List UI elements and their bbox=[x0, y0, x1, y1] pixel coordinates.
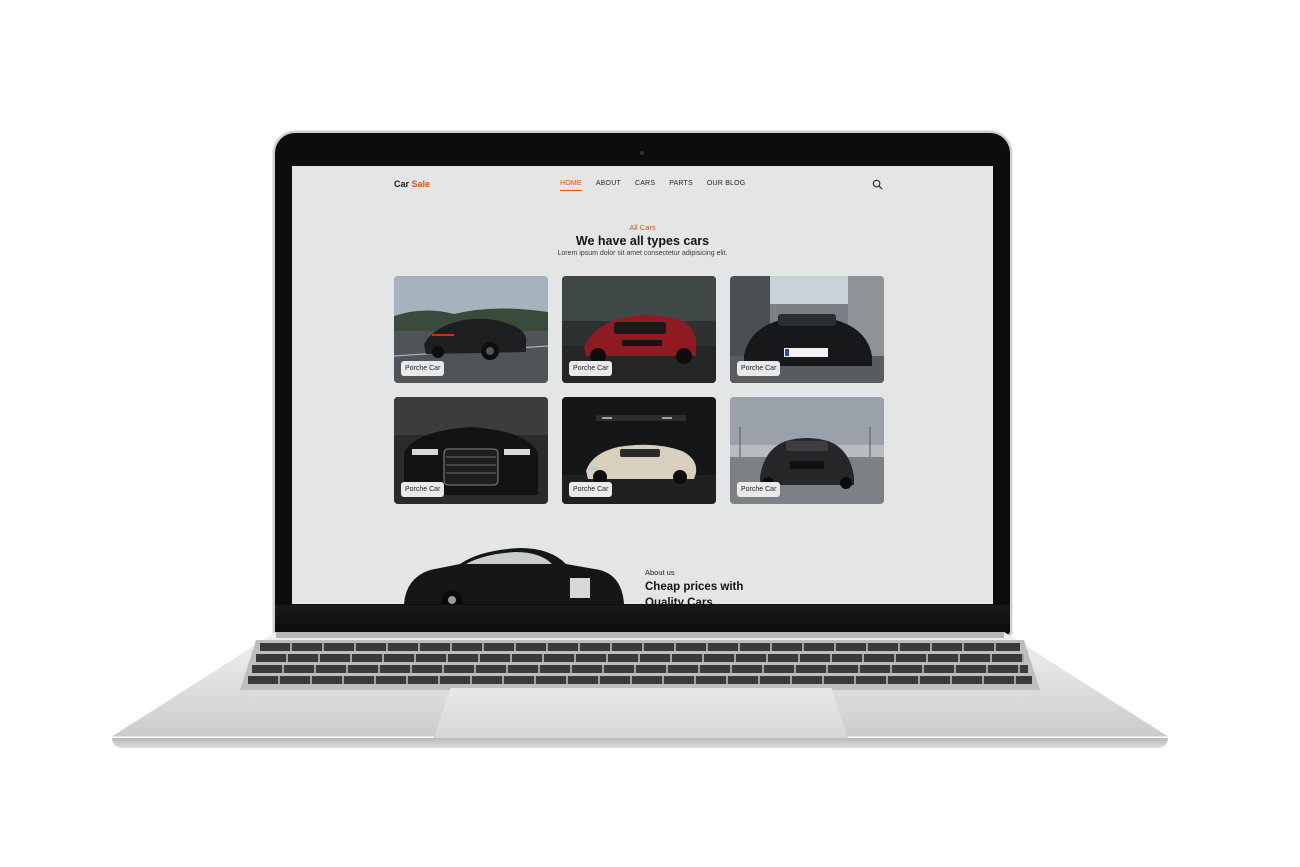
camera bbox=[640, 151, 644, 155]
logo-accent-text: Sale bbox=[411, 179, 431, 189]
laptop-base bbox=[112, 632, 1168, 748]
card-label: Porche Car bbox=[737, 361, 781, 376]
nav-item-parts[interactable]: PARTS bbox=[669, 180, 693, 187]
site-logo[interactable]: Car Sale bbox=[394, 179, 430, 189]
nav-item-home[interactable]: HOME bbox=[560, 180, 582, 191]
laptop-screen: Car Sale HOME ABOUT CARS PARTS OUR BLOG … bbox=[292, 166, 993, 604]
nav-item-about[interactable]: ABOUT bbox=[596, 180, 621, 187]
keyboard bbox=[240, 640, 1040, 690]
laptop-hinge bbox=[276, 632, 1004, 638]
card-label: Porche Car bbox=[737, 482, 781, 497]
laptop-base-edge bbox=[112, 738, 1168, 748]
key-row bbox=[260, 643, 1020, 651]
car-grid: Porche Car Porche Car Porche Car Porche … bbox=[394, 276, 884, 504]
card-label: Porche Car bbox=[569, 482, 613, 497]
card-label: Porche Car bbox=[401, 361, 445, 376]
about-car-image bbox=[404, 548, 624, 604]
car-card[interactable]: Porche Car bbox=[730, 276, 884, 383]
key-row bbox=[248, 676, 1032, 684]
car-card[interactable]: Porche Car bbox=[562, 397, 716, 504]
nav-item-our-blog[interactable]: OUR BLOG bbox=[707, 180, 746, 187]
logo-text: Car bbox=[394, 179, 410, 189]
about-kicker: About us bbox=[645, 568, 675, 577]
trackpad bbox=[434, 688, 848, 738]
section-lead: Lorem ipsum dolor sit amet consectetur a… bbox=[557, 250, 728, 257]
about-title: Cheap prices with Quality Cars bbox=[645, 581, 744, 604]
section-title: We have all types cars bbox=[575, 234, 710, 248]
car-card[interactable]: Porche Car bbox=[562, 276, 716, 383]
section-kicker: All Cars bbox=[629, 223, 656, 232]
car-card[interactable]: Porche Car bbox=[394, 276, 548, 383]
key-row bbox=[256, 654, 1024, 662]
car-card[interactable]: Porche Car bbox=[394, 397, 548, 504]
key-row bbox=[252, 665, 1028, 673]
card-label: Porche Car bbox=[569, 361, 613, 376]
laptop-lid: Car Sale HOME ABOUT CARS PARTS OUR BLOG … bbox=[275, 133, 1010, 635]
car-card[interactable]: Porche Car bbox=[730, 397, 884, 504]
search-icon[interactable] bbox=[872, 179, 883, 190]
screen-bottom-bezel bbox=[275, 605, 1010, 635]
top-navigation: Car Sale HOME ABOUT CARS PARTS OUR BLOG bbox=[292, 166, 993, 206]
nav-menu: HOME ABOUT CARS PARTS OUR BLOG bbox=[560, 180, 746, 191]
nav-item-cars[interactable]: CARS bbox=[635, 180, 655, 187]
card-label: Porche Car bbox=[401, 482, 445, 497]
